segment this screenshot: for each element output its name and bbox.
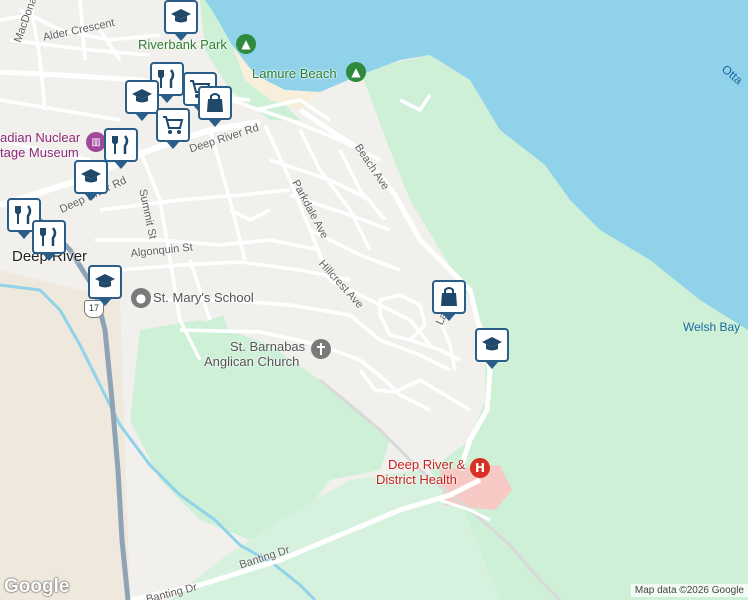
map-base-layer [0, 0, 748, 600]
school-icon[interactable]: ● [131, 288, 151, 308]
graduation-cap-icon [171, 9, 191, 23]
restaurant-marker[interactable] [104, 128, 138, 169]
graduation-cap-icon [482, 337, 502, 351]
museum-icon[interactable]: ▥ [86, 132, 106, 152]
shopping-bag-icon [207, 93, 223, 112]
map-canvas[interactable]: Welsh Bay Otta MacDonald St Alder Cresce… [0, 0, 748, 600]
graduation-cap-icon [132, 89, 152, 103]
park-tree-icon[interactable]: ▲ [346, 62, 366, 82]
poi-label-hospital[interactable]: District Health [376, 472, 457, 487]
school-marker[interactable] [164, 0, 198, 41]
school-marker[interactable] [88, 265, 122, 306]
shopping-marker[interactable] [198, 86, 232, 127]
poi-label-st-marys[interactable]: St. Mary's School [153, 290, 254, 305]
fork-knife-icon [112, 135, 129, 154]
graduation-cap-icon [81, 169, 101, 183]
map-attribution[interactable]: Map data ©2026 Google [630, 584, 748, 597]
school-marker[interactable] [475, 328, 509, 369]
school-marker[interactable] [125, 80, 159, 121]
google-logo[interactable]: Google [4, 576, 69, 598]
shopping-marker[interactable] [432, 280, 466, 321]
poi-label-church[interactable]: Anglican Church [204, 354, 299, 369]
fork-knife-icon [40, 227, 57, 246]
graduation-cap-icon [95, 274, 115, 288]
shopping-bag-icon [441, 287, 457, 306]
poi-label-museum[interactable]: adian Nuclear [0, 130, 80, 145]
grocery-marker[interactable] [156, 108, 190, 149]
poi-label-museum[interactable]: tage Museum [0, 145, 79, 160]
church-cross-icon[interactable] [311, 339, 331, 359]
restaurant-marker[interactable] [32, 220, 66, 261]
park-tree-icon[interactable]: ▲ [236, 34, 256, 54]
water-label-welsh-bay: Welsh Bay [683, 320, 741, 334]
poi-label-church[interactable]: St. Barnabas [230, 339, 305, 354]
poi-label-hospital[interactable]: Deep River & [388, 457, 465, 472]
school-marker[interactable] [74, 160, 108, 201]
shopping-cart-icon [163, 116, 184, 134]
poi-label-lamure-beach[interactable]: Lamure Beach [252, 66, 337, 81]
hospital-icon[interactable]: H [470, 458, 490, 478]
